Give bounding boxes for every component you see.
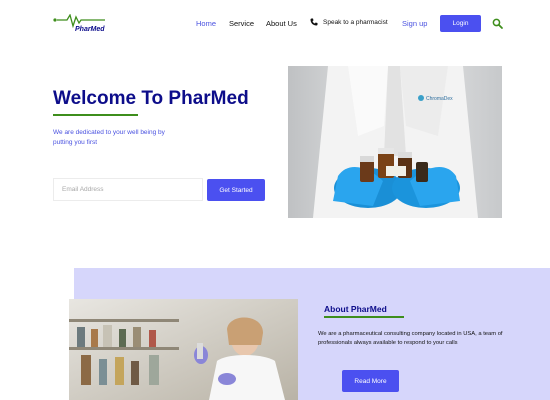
phone-label: Speak to a pharmacist bbox=[323, 18, 388, 26]
get-started-button[interactable]: Get Started bbox=[207, 179, 265, 201]
email-input[interactable] bbox=[53, 178, 203, 201]
nav-home[interactable]: Home bbox=[196, 19, 216, 28]
hero-title-underline bbox=[53, 114, 138, 116]
signup-link[interactable]: Sign up bbox=[402, 19, 427, 28]
hero-subtitle: We are dedicated to your well being by p… bbox=[53, 129, 165, 146]
logo-text: PharMed bbox=[75, 26, 105, 33]
read-more-button[interactable]: Read More bbox=[342, 370, 399, 392]
search-icon[interactable] bbox=[492, 18, 503, 29]
login-button[interactable]: Login bbox=[440, 15, 481, 32]
about-title: About PharMed bbox=[324, 304, 387, 314]
phone-icon bbox=[310, 18, 318, 26]
nav-about-us[interactable]: About Us bbox=[266, 19, 297, 28]
coat-logo-text: ChromaDex bbox=[426, 96, 453, 102]
about-description: We are a pharmaceutical consulting compa… bbox=[318, 331, 503, 346]
hero-title: Welcome To PharMed bbox=[53, 88, 249, 109]
logo[interactable]: PharMed bbox=[53, 14, 109, 36]
nav-service[interactable]: Service bbox=[229, 19, 254, 28]
about-title-underline bbox=[324, 316, 404, 318]
about-photo-lab-researcher bbox=[69, 299, 298, 400]
speak-to-pharmacist-link[interactable]: Speak to a pharmacist bbox=[310, 18, 388, 26]
hero-photo-pharmacist-gloves: ChromaDex bbox=[288, 66, 502, 218]
